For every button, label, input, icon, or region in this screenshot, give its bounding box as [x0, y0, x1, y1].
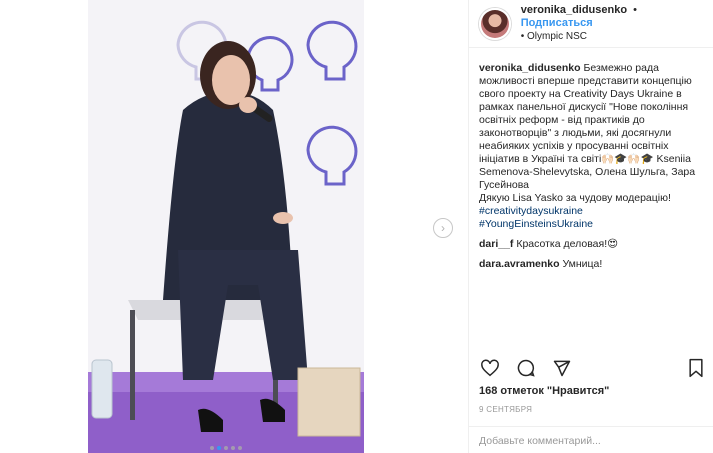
heart-icon[interactable]: [479, 357, 501, 379]
comment-text: Умница!: [559, 258, 603, 270]
caption: veronika_didusenko Безмежно рада можливо…: [479, 62, 701, 205]
post-date[interactable]: 9 СЕНТЯБРЯ: [479, 405, 532, 414]
post-photo[interactable]: [88, 0, 364, 453]
comment-username[interactable]: dari__f: [479, 238, 513, 250]
carousel-dot[interactable]: [238, 446, 242, 450]
caption-username[interactable]: veronika_didusenko: [479, 62, 581, 74]
comment-input[interactable]: Добавьте комментарий...: [469, 426, 713, 453]
caption-text: Безмежно рада можливості вперше представ…: [479, 62, 696, 204]
share-icon[interactable]: [551, 357, 573, 379]
comment-item: dari__f Красотка деловая!😍: [479, 238, 701, 251]
post-sidebar: veronika_didusenko • Подписаться • Olymp…: [468, 0, 713, 453]
comment-icon[interactable]: [515, 357, 537, 379]
separator-dot: •: [633, 3, 637, 16]
carousel-dot[interactable]: [224, 446, 228, 450]
action-bar: [479, 356, 707, 380]
chevron-right-icon[interactable]: ›: [433, 218, 453, 238]
comment-item: dara.avramenko Умница!: [479, 258, 701, 271]
follow-button[interactable]: Подписаться: [521, 17, 593, 29]
avatar[interactable]: [479, 7, 511, 40]
comment-text: Красотка деловая!😍: [513, 238, 619, 250]
hashtag[interactable]: #creativitydaysukraine: [479, 205, 701, 218]
bookmark-icon[interactable]: [685, 357, 707, 379]
comments-list: veronika_didusenko Безмежно рада можливо…: [469, 48, 713, 271]
carousel-dot-active[interactable]: [217, 446, 221, 450]
location-link[interactable]: Olympic NSC: [527, 31, 587, 42]
carousel-dots: [88, 446, 364, 450]
carousel-dot[interactable]: [231, 446, 235, 450]
header-username[interactable]: veronika_didusenko: [521, 4, 627, 16]
likes-count[interactable]: 168 отметок "Нравится": [479, 385, 609, 397]
post-header: veronika_didusenko • Подписаться • Olymp…: [469, 0, 713, 48]
carousel-dot[interactable]: [210, 446, 214, 450]
hashtag[interactable]: #YoungEinsteinsUkraine: [479, 218, 701, 231]
photo-image: [88, 0, 364, 453]
comment-username[interactable]: dara.avramenko: [479, 258, 560, 270]
